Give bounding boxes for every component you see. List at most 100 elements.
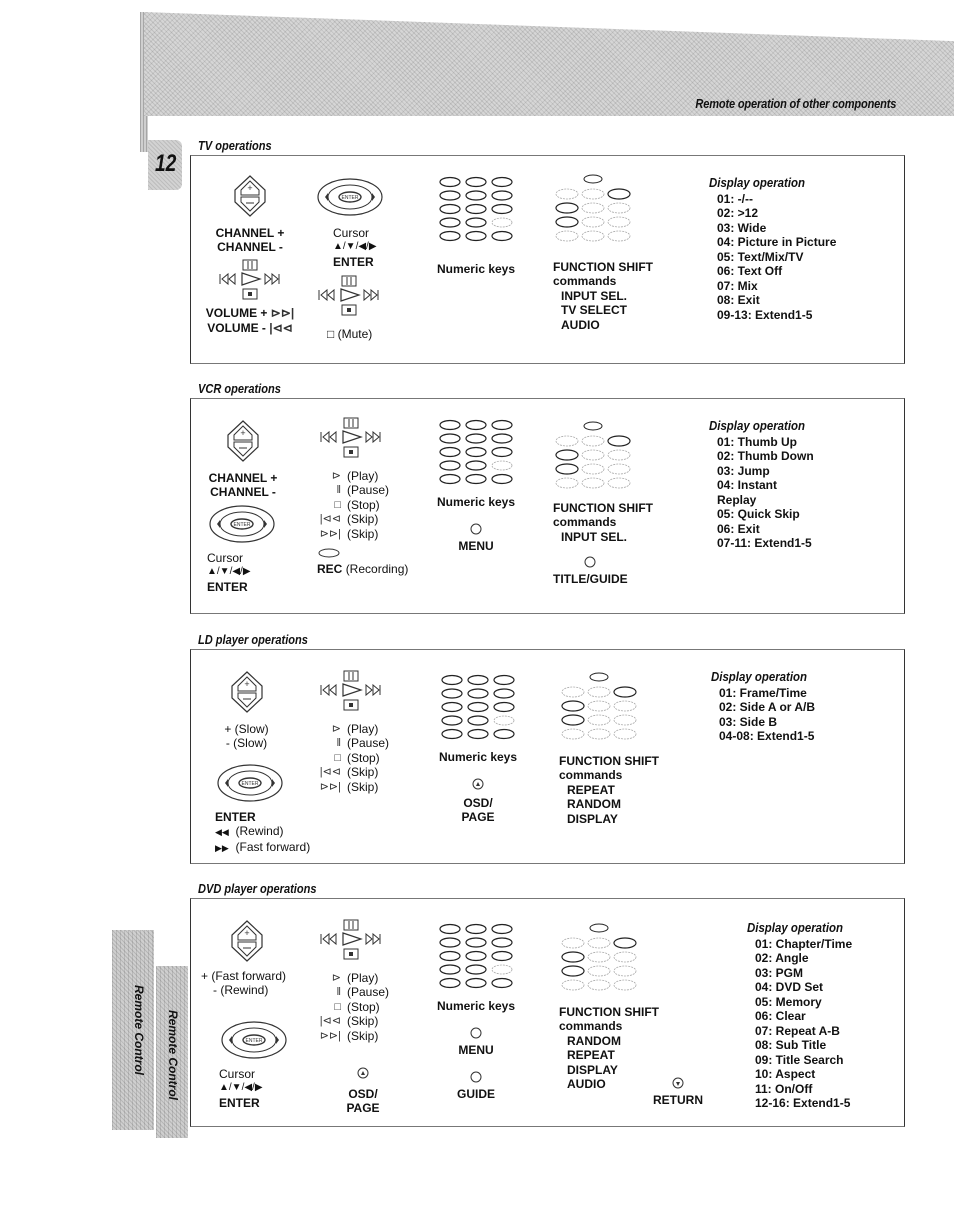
numeric-keypad-icon: [438, 417, 514, 487]
vcr-numeric-label: Numeric keys: [436, 494, 516, 509]
stop-icon: □: [334, 498, 341, 511]
dvd-numeric-label: Numeric keys: [436, 998, 516, 1013]
vcr-display-title: Display operation: [709, 418, 805, 433]
dvd-return-label: RETURN: [653, 1092, 703, 1107]
list-item: 09-13: Extend1-5: [717, 307, 813, 322]
osd-button-icon: [471, 776, 485, 790]
list-item: INPUT SEL.: [561, 529, 628, 544]
vcr-cursor-arrows: ▲/▼/◀/▶: [207, 566, 251, 577]
vcr-title-guide-label: TITLE/GUIDE: [553, 571, 628, 586]
legend-row: |⊲⊲ (Skip): [317, 765, 427, 780]
return-button-icon: [671, 1075, 685, 1089]
legend-label: (Skip): [347, 1028, 379, 1043]
ld-transport-legend: ⊳ (Play) ‖ (Pause) □ (Stop) |⊲⊲ (Skip) ⊳⊳| (Skip): [317, 722, 427, 795]
vcr-transport-column: ⊳ (Play) ‖ (Pause) □ (Stop) |⊲⊲ (Skip) ⊳⊳| (Skip)…: [317, 417, 427, 576]
list-item: 06: Exit: [717, 521, 760, 536]
list-item: 02: Side A or A/B: [719, 700, 816, 714]
numeric-keypad-icon: [440, 672, 516, 742]
list-item: 04: Instant: [717, 478, 778, 492]
section-title-vcr: VCR operations: [198, 381, 281, 396]
vcr-operations-box: + CHANNEL + CHANNEL - ENTER Cursor ▲/▼/◀…: [190, 398, 905, 614]
list-item: 04: Picture in Picture: [717, 235, 837, 249]
list-item: 07-11: Extend1-5: [717, 536, 812, 550]
legend-label: (Pause): [347, 736, 390, 750]
header-title: Remote operation of other components: [695, 96, 896, 111]
dvd-menu-label: MENU: [458, 1042, 494, 1057]
legend-row: |⊲⊲ (Skip): [317, 1014, 427, 1029]
list-item: 11: On/Off: [755, 1081, 813, 1096]
pause-icon: ‖: [336, 484, 341, 496]
list-item: 07: Repeat A-B: [755, 1023, 840, 1038]
tv-mute-label: □ (Mute): [327, 326, 373, 341]
legend-row: □ (Stop): [317, 1000, 427, 1015]
legend-row: ⊳⊳| (Skip): [317, 527, 427, 542]
list-item: 01: Thumb Up: [717, 434, 797, 449]
dvd-page-label: PAGE: [346, 1101, 380, 1115]
legend-row: ‖ (Pause): [317, 736, 427, 751]
menu-button-icon: [469, 1025, 483, 1039]
list-item: REPEAT: [567, 782, 615, 797]
vcr-channel-column: + CHANNEL + CHANNEL -: [203, 419, 283, 500]
tv-channel-up-label: CHANNEL +: [215, 225, 285, 240]
list-item: 03: Jump: [717, 463, 770, 478]
list-item: 03: Wide: [717, 220, 767, 235]
list-item: TV SELECT: [561, 303, 628, 317]
menu-button-icon: [469, 521, 483, 535]
vcr-function-shift-subtitle: commands: [553, 515, 617, 529]
skip-forward-icon: ⊳⊳|: [319, 527, 341, 540]
vcr-channel-up-label: CHANNEL +: [208, 470, 278, 485]
dvd-return-column: RETURN: [643, 1075, 713, 1107]
ld-function-shift-column: FUNCTION SHIFT commands REPEAT RANDOM DISP…: [559, 672, 689, 826]
ld-function-shift-title: FUNCTION SHIFT: [559, 753, 659, 768]
title-guide-button-icon: [583, 554, 597, 568]
legend-label: (Stop): [347, 497, 380, 512]
legend-label: (Play): [347, 468, 379, 483]
vcr-menu-label: MENU: [458, 538, 494, 553]
legend-row: ⊳⊳| (Skip): [317, 1029, 427, 1044]
ld-enter-label: ENTER: [215, 809, 256, 824]
list-item: REPEAT: [567, 1048, 615, 1062]
dvd-osd-label: OSD/: [348, 1086, 378, 1101]
list-item: 04-08: Extend1-5: [719, 729, 815, 743]
skip-back-icon: |⊲⊲: [269, 320, 293, 335]
function-shift-keypad-icon: [559, 923, 639, 993]
list-item: 08: Exit: [717, 293, 760, 307]
skip-back-icon: |⊲⊲: [319, 1015, 341, 1027]
dvd-cursor-arrows: ▲/▼/◀/▶: [219, 1082, 263, 1093]
vcr-numeric-column: Numeric keys MENU: [431, 417, 521, 553]
cursor-pad-icon: ENTER: [207, 503, 277, 545]
ld-display-list: 01: Frame/Time 02: Side A or A/B 03: Side …: [711, 686, 901, 744]
vcr-display-list: 01: Thumb Up 02: Thumb Down 03: Jump 04: In…: [709, 435, 899, 551]
svg-text:+: +: [247, 183, 252, 193]
tv-function-shift-title: FUNCTION SHIFT: [553, 259, 653, 274]
transport-pad-icon: [319, 919, 383, 963]
function-shift-keypad-icon: [553, 174, 633, 244]
ld-function-shift-subtitle: commands: [559, 768, 623, 782]
transport-pad-icon: [317, 275, 381, 319]
dvd-display-title: Display operation: [747, 920, 843, 935]
ld-ff-row: ▶▶ (Fast forward): [215, 839, 311, 854]
dvd-ff-label: + (Fast forward): [201, 968, 287, 983]
dvd-function-shift-title: FUNCTION SHIFT: [559, 1004, 659, 1019]
list-item: 03: Side B: [719, 714, 778, 729]
vcr-enter-label: ENTER: [207, 579, 248, 594]
skip-forward-icon: ⊳⊳|: [319, 780, 341, 793]
svg-text:ENTER: ENTER: [342, 195, 359, 201]
ld-transport-column: ⊳ (Play) ‖ (Pause) □ (Stop) |⊲⊲ (Skip) ⊳⊳| (Skip): [317, 670, 427, 794]
osd-button-icon: [356, 1065, 370, 1079]
pause-icon: ‖: [336, 986, 341, 998]
play-icon: ⊳: [331, 971, 341, 984]
list-item: 08: Sub Title: [755, 1038, 827, 1052]
ld-page-label: PAGE: [461, 810, 495, 824]
legend-row: □ (Stop): [317, 498, 427, 513]
list-item: 05: Quick Skip: [717, 507, 800, 521]
svg-text:ENTER: ENTER: [234, 522, 251, 528]
ld-numeric-label: Numeric keys: [438, 749, 518, 764]
list-item: 07: Mix: [717, 278, 758, 293]
tv-operations-box: + CHANNEL + CHANNEL - VOLUME + ⊳⊳| VOLUM…: [190, 155, 905, 364]
transport-pad-icon: [319, 670, 383, 714]
list-item: 01: Chapter/Time: [755, 936, 853, 951]
list-item: Replay: [717, 492, 757, 507]
play-icon: ⊳: [331, 722, 341, 735]
vcr-transport-legend: ⊳ (Play) ‖ (Pause) □ (Stop) |⊲⊲ (Skip) ⊳⊳| (Skip): [317, 469, 427, 542]
